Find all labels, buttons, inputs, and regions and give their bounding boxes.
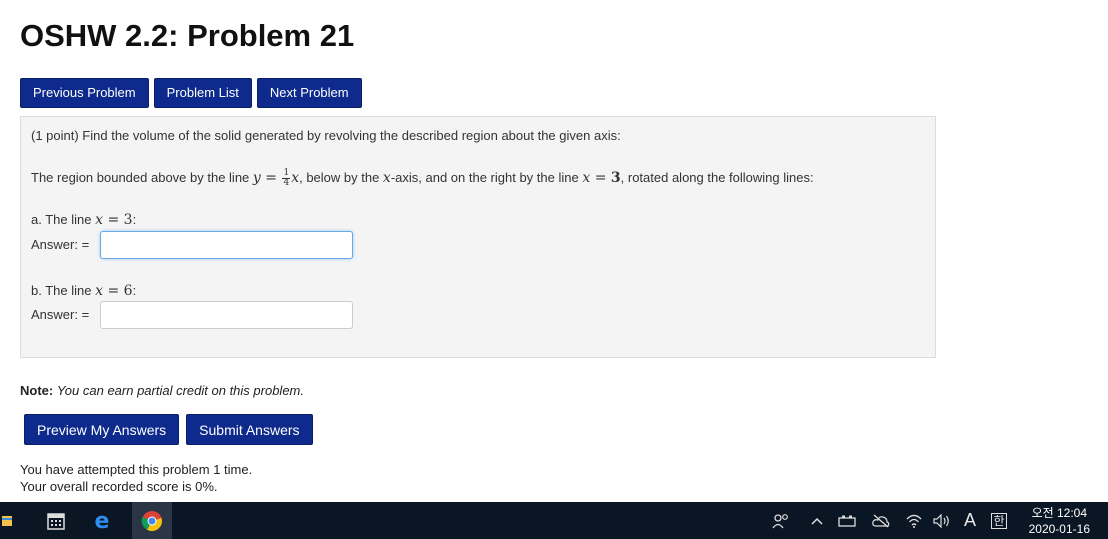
- keyboard-tray-icon[interactable]: [836, 502, 858, 539]
- answer-actions: Preview My Answers Submit Answers: [24, 414, 313, 445]
- windows-taskbar: e A 한 오전 12:04 2020-01-16: [0, 502, 1108, 539]
- math-equals: =: [103, 283, 124, 299]
- region-text-part: , rotated along the following lines:: [620, 169, 814, 185]
- problem-nav: Previous Problem Problem List Next Probl…: [20, 78, 362, 108]
- math-value: 3: [123, 212, 133, 228]
- ime-label: 한: [991, 512, 1007, 529]
- wifi-icon[interactable]: [904, 502, 924, 539]
- volume-icon[interactable]: [931, 502, 953, 539]
- show-hidden-icons-chevron-icon[interactable]: [808, 502, 826, 539]
- math-var-y: y: [252, 169, 261, 186]
- chrome-browser-icon[interactable]: [132, 502, 172, 539]
- part-a-suffix: :: [132, 212, 137, 227]
- problem-list-button[interactable]: Problem List: [153, 78, 252, 108]
- part-b-label: b. The line x = 6:: [31, 283, 136, 299]
- region-description: The region bounded above by the line y =…: [31, 169, 814, 188]
- note-label: Note:: [20, 383, 54, 398]
- attempts-text: You have attempted this problem 1 time.: [20, 462, 253, 477]
- cloud-sync-off-icon[interactable]: [870, 502, 892, 539]
- problem-box: (1 point) Find the volume of the solid g…: [20, 116, 936, 358]
- answer-a-input[interactable]: [100, 231, 353, 259]
- part-b-suffix: :: [132, 283, 137, 298]
- partial-credit-note: Note: You can earn partial credit on thi…: [20, 383, 304, 398]
- part-a-label: a. The line x = 3:: [31, 212, 136, 228]
- note-text: You can earn partial credit on this prob…: [56, 383, 304, 398]
- preview-answers-button[interactable]: Preview My Answers: [24, 414, 180, 445]
- math-var-x: x: [95, 283, 103, 299]
- taskbar-clock[interactable]: 오전 12:04 2020-01-16: [1029, 505, 1090, 537]
- score-text: Your overall recorded score is 0%.: [20, 479, 218, 494]
- clock-date: 2020-01-16: [1028, 522, 1090, 536]
- math-equals: =: [103, 212, 124, 228]
- submit-answers-button[interactable]: Submit Answers: [186, 414, 313, 445]
- math-equals: =: [260, 169, 282, 186]
- math-value: 6: [123, 283, 133, 299]
- math-fraction: 14: [282, 169, 291, 188]
- edge-browser-icon[interactable]: e: [86, 502, 118, 539]
- answer-b-input[interactable]: [100, 301, 353, 329]
- part-a-prefix: a. The line: [31, 212, 96, 227]
- page-title: OSHW 2.2: Problem 21: [20, 18, 355, 53]
- input-mode-indicator[interactable]: A: [960, 502, 980, 539]
- math-equals: =: [590, 169, 611, 186]
- part-b-prefix: b. The line: [31, 283, 96, 298]
- ime-indicator[interactable]: 한: [988, 502, 1010, 539]
- svg-text:e: e: [95, 510, 110, 532]
- calendar-app-icon[interactable]: [40, 502, 72, 539]
- math-var-x: x: [382, 169, 391, 186]
- people-icon[interactable]: [770, 502, 792, 539]
- previous-problem-button[interactable]: Previous Problem: [20, 78, 149, 108]
- attempt-status: You have attempted this problem 1 time. …: [20, 461, 252, 495]
- region-text-part: The region bounded above by the line: [31, 169, 253, 185]
- problem-statement: (1 point) Find the volume of the solid g…: [31, 128, 621, 143]
- region-text-part: -axis, and on the right by the line: [390, 169, 583, 185]
- file-explorer-icon[interactable]: [0, 502, 16, 539]
- next-problem-button[interactable]: Next Problem: [256, 78, 362, 108]
- math-var-x: x: [291, 169, 300, 186]
- answer-a-label: Answer: =: [31, 237, 90, 252]
- fraction-denominator: 4: [283, 178, 290, 188]
- math-value: 3: [610, 169, 621, 186]
- region-text-part: , below by the: [299, 169, 383, 185]
- answer-b-label: Answer: =: [31, 307, 90, 322]
- clock-time: 오전 12:04: [1031, 506, 1088, 520]
- math-var-x: x: [95, 212, 103, 228]
